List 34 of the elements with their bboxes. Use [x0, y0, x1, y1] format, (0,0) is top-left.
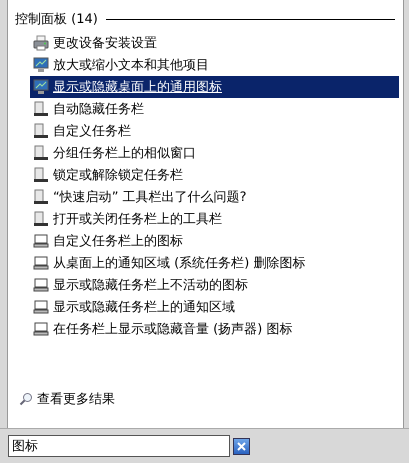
taskbar-icon	[33, 211, 49, 227]
taskbar-icon	[33, 123, 49, 139]
result-item[interactable]: “快速启动” 工具栏出了什么问题?	[30, 186, 399, 208]
result-item[interactable]: 显示或隐藏任务栏上的通知区域	[30, 296, 399, 318]
taskbar-icon	[33, 101, 49, 117]
laptop-icon	[33, 255, 49, 271]
laptop-icon	[33, 321, 49, 337]
result-item[interactable]: 锁定或解除锁定任务栏	[30, 164, 399, 186]
result-item[interactable]: 放大或缩小文本和其他项目	[30, 54, 399, 76]
monitor-icon	[33, 57, 49, 73]
result-item[interactable]: 显示或隐藏任务栏上不活动的图标	[30, 274, 399, 296]
close-icon	[237, 442, 246, 450]
result-item[interactable]: 自动隐藏任务栏	[30, 98, 399, 120]
search-field[interactable]: 图标	[8, 435, 230, 457]
laptop-icon	[33, 233, 49, 249]
laptop-icon	[33, 299, 49, 315]
taskbar-icon	[33, 167, 49, 183]
group-header: 控制面板 (14)	[15, 11, 98, 28]
result-item[interactable]: 在任务栏上显示或隐藏音量 (扬声器) 图标	[30, 318, 399, 340]
result-item[interactable]: 分组任务栏上的相似窗口	[30, 142, 399, 164]
laptop-icon	[33, 277, 49, 293]
result-item[interactable]: 从桌面上的通知区域 (系统任务栏) 删除图标	[30, 252, 399, 274]
clear-button[interactable]	[233, 438, 250, 454]
search-icon	[19, 392, 33, 406]
result-item[interactable]: 自定义任务栏上的图标	[30, 230, 399, 252]
monitor-icon	[33, 79, 49, 95]
result-item[interactable]: 自定义任务栏	[30, 120, 399, 142]
printer-icon	[33, 35, 49, 51]
result-item[interactable]: 打开或关闭任务栏上的工具栏	[30, 208, 399, 230]
taskbar-icon	[33, 145, 49, 161]
result-item[interactable]: 更改设备安装设置	[30, 32, 399, 54]
taskbar-icon	[33, 189, 49, 205]
see-more-results-link[interactable]: 查看更多结果	[37, 390, 115, 408]
result-item[interactable]: 显示或隐藏桌面上的通用图标	[30, 76, 399, 98]
